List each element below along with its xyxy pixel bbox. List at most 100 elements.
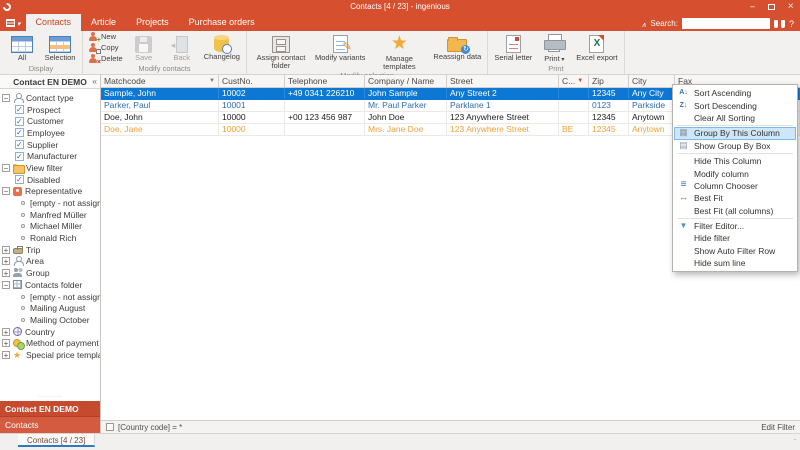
tree-item-rep-manfred[interactable]: Manfred Müller [0, 209, 100, 221]
collapse-panel-icon[interactable] [92, 76, 97, 86]
ribbon-tab-projects[interactable]: Projects [126, 14, 179, 31]
tree-node-group[interactable]: Group [0, 267, 100, 279]
cell[interactable] [559, 112, 589, 123]
cell[interactable]: Anytown [629, 124, 675, 135]
serial-letter-button[interactable]: Serial letter [491, 31, 535, 64]
cell[interactable]: 10000 [219, 112, 285, 123]
collapse-ribbon-icon[interactable] [641, 19, 646, 29]
application-menu-button[interactable] [0, 18, 26, 31]
collapse-icon[interactable] [2, 164, 10, 172]
cell[interactable] [285, 100, 365, 111]
copy-button[interactable]: Copy [88, 42, 123, 53]
cell[interactable] [559, 100, 589, 111]
menu-item-hide-filter[interactable]: Hide filter [674, 232, 796, 244]
back-button[interactable]: Back [163, 31, 201, 64]
cell[interactable]: 12345 [589, 88, 629, 99]
cell[interactable]: Parkside [629, 100, 675, 111]
delete-button[interactable]: × Delete [88, 53, 123, 64]
column-header-company-name[interactable]: Company / Name [365, 75, 447, 87]
cell[interactable]: +00 123 456 987 [285, 112, 365, 123]
expand-icon[interactable] [2, 246, 10, 254]
tree-item-supplier[interactable]: Supplier [0, 139, 100, 151]
nav-button-contacts[interactable]: Contacts [0, 417, 100, 433]
filter-condition[interactable]: [Country code] = * [118, 423, 182, 432]
cell[interactable]: 12345 [589, 124, 629, 135]
cell[interactable]: Mrs. Jane Doe [365, 124, 447, 135]
collapse-icon[interactable] [2, 187, 10, 195]
nav-button-contact-en-demo[interactable]: Contact EN DEMO [0, 401, 100, 417]
save-button[interactable]: Save [125, 31, 163, 64]
changelog-button[interactable]: Changelog [201, 31, 243, 64]
cell[interactable]: Doe, John [101, 112, 219, 123]
tree-item-employee[interactable]: Employee [0, 127, 100, 139]
tree-node-area[interactable]: Area [0, 256, 100, 268]
expand-icon[interactable] [2, 257, 10, 265]
cell[interactable]: 12345 [589, 112, 629, 123]
column-header-city[interactable]: City [629, 75, 675, 87]
tree-item-disabled[interactable]: Disabled [0, 174, 100, 186]
cell[interactable]: Parker, Paul [101, 100, 219, 111]
modify-variants-button[interactable]: Modify variants [312, 31, 368, 71]
filter-active-icon[interactable] [577, 78, 583, 84]
tree-item-prospect[interactable]: Prospect [0, 104, 100, 116]
tree-item-rep-empty[interactable]: [empty - not assigned] [0, 197, 100, 209]
ribbon-tab-purchase-orders[interactable]: Purchase orders [179, 14, 265, 31]
cell[interactable]: Sample, John [101, 88, 219, 99]
cell[interactable]: John Doe [365, 112, 447, 123]
tree-node-contact-type[interactable]: Contact type [0, 92, 100, 104]
new-button[interactable]: + New [88, 31, 123, 42]
tree-node-contacts-folder[interactable]: Contacts folder [0, 279, 100, 291]
cell[interactable]: +49 0341 226210 [285, 88, 365, 99]
column-header-zip[interactable]: Zip [589, 75, 629, 87]
help-button[interactable]: ? [789, 19, 794, 29]
tree-item-mailing-august[interactable]: Mailing August [0, 302, 100, 314]
menu-item-column-chooser[interactable]: Column Chooser [674, 180, 796, 192]
expand-icon[interactable] [2, 269, 10, 277]
print-button[interactable]: Print [535, 31, 573, 64]
assign-contact-folder-button[interactable]: Assign contact folder [250, 31, 312, 71]
tree-node-country[interactable]: Country [0, 326, 100, 338]
checkbox-checked-icon[interactable] [15, 117, 24, 126]
cell[interactable]: Doe, Jane [101, 124, 219, 135]
menu-item-best-fit[interactable]: Best Fit [674, 192, 796, 204]
cell[interactable]: Parklane 1 [447, 100, 559, 111]
ribbon-tab-contacts[interactable]: Contacts [26, 14, 82, 31]
menu-item-filter-editor[interactable]: Filter Editor... [674, 220, 796, 232]
tab-overflow-indicator[interactable] [794, 437, 796, 444]
menu-item-sort-descending[interactable]: Sort Descending [674, 99, 796, 111]
tree-node-trip[interactable]: Trip [0, 244, 100, 256]
menu-item-best-fit-all-columns[interactable]: Best Fit (all columns) [674, 205, 796, 217]
cell[interactable]: Anytown [629, 112, 675, 123]
tree-item-customer[interactable]: Customer [0, 115, 100, 127]
cell[interactable]: 10000 [219, 124, 285, 135]
tree-node-special-price-templates[interactable]: Special price templates [0, 349, 100, 361]
collapse-icon[interactable] [2, 281, 10, 289]
search-binoculars-icon[interactable] [774, 20, 785, 28]
cell[interactable]: Any City [629, 88, 675, 99]
column-header-street[interactable]: Street [447, 75, 559, 87]
menu-item-modify-column[interactable]: Modify column [674, 167, 796, 179]
cell[interactable] [559, 88, 589, 99]
checkbox-checked-icon[interactable] [15, 128, 24, 137]
selection-button[interactable]: Selection [41, 31, 79, 64]
menu-item-sort-ascending[interactable]: Sort Ascending [674, 87, 796, 99]
reassign-data-button[interactable]: Reassign data [430, 31, 484, 71]
tree-item-folder-empty[interactable]: [empty - not assigned] [0, 291, 100, 303]
tree-item-manufacturer[interactable]: Manufacturer [0, 150, 100, 162]
menu-item-clear-all-sorting[interactable]: Clear All Sorting [674, 112, 796, 124]
expand-icon[interactable] [2, 328, 10, 336]
minimize-button[interactable] [743, 0, 762, 13]
tree-item-rep-michael[interactable]: Michael Miller [0, 221, 100, 233]
filter-enable-checkbox[interactable] [106, 423, 114, 431]
menu-item-show-auto-filter-row[interactable]: Show Auto Filter Row [674, 245, 796, 257]
column-header-telephone[interactable]: Telephone [285, 75, 365, 87]
maximize-button[interactable] [762, 0, 781, 13]
column-header-matchcode[interactable]: Matchcode [101, 75, 219, 87]
menu-item-hide-this-column[interactable]: Hide This Column [674, 155, 796, 167]
excel-export-button[interactable]: Excel export [573, 31, 620, 64]
close-button[interactable] [781, 0, 800, 13]
cell[interactable]: 123 Anywhere Street [447, 112, 559, 123]
collapse-icon[interactable] [2, 94, 10, 102]
ribbon-tab-article[interactable]: Article [81, 14, 126, 31]
checkbox-checked-icon[interactable] [15, 140, 24, 149]
